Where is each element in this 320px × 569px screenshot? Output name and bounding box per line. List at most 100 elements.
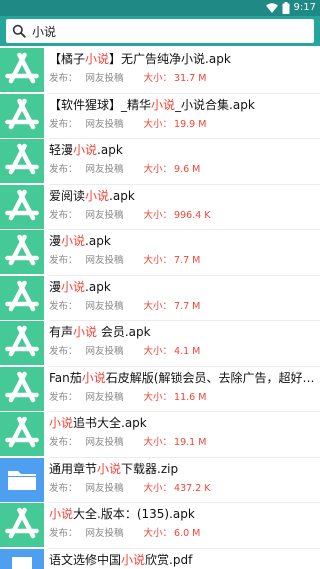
title-highlight: 小说 — [61, 279, 86, 294]
app-store-icon — [0, 503, 44, 547]
publish-label: 发布： — [49, 255, 78, 266]
title-text: _小说合集.apk — [175, 97, 255, 112]
list-item[interactable]: 漫小说.apk 发布： 网友投稿 大小： 7.7 M — [0, 275, 320, 321]
publish-label: 发布： — [49, 164, 78, 175]
app-store-icon — [0, 366, 44, 411]
list-item[interactable]: 语文选修中国小说欣赏.pdf — [0, 548, 320, 569]
title-highlight: 小说 — [61, 234, 86, 248]
item-meta: 发布： 网友投稿 大小： 31.7 M — [49, 71, 206, 87]
publish-label: 发布： — [49, 73, 78, 84]
publish-label: 发布： — [49, 346, 78, 357]
size-info: 大小： 4.1 M — [144, 346, 201, 357]
item-meta: 发布： 网友投稿 大小： 4.1 M — [49, 344, 200, 360]
title-text: 漫 — [49, 279, 62, 294]
item-title[interactable]: 小说大全.版本：(135).apk — [49, 505, 315, 523]
publish-label: 发布： — [49, 482, 78, 494]
list-item[interactable]: 漫小说.apk 发布： 网友投稿 大小： 7.7 M — [0, 230, 320, 276]
size-value: 437.2 K — [174, 482, 211, 494]
size-label: 大小： — [143, 528, 173, 539]
size-label: 大小： — [143, 437, 173, 448]
item-title[interactable]: 【橘子小说】无广告纯净小说.apk — [49, 50, 315, 68]
size-value: 31.7 M — [174, 73, 207, 84]
size-label: 大小： — [143, 118, 173, 130]
list-item[interactable]: 通用章节小说下载器.zip 发布： 网友投稿 大小： 437.2 K — [0, 457, 320, 503]
item-meta: 发布： 网友投稿 大小： 437.2 K — [49, 481, 211, 497]
size-label: 大小： — [143, 391, 173, 403]
title-highlight: 小说 — [81, 370, 106, 385]
item-title[interactable]: 爱阅读小说.apk — [49, 187, 315, 205]
source-value: 网友投稿 — [85, 346, 124, 357]
source-value: 网友投稿 — [85, 391, 124, 403]
title-text: 通用章节 — [49, 461, 98, 476]
size-value: 7.7 M — [174, 255, 201, 266]
item-title[interactable]: 小说追书大全.apk — [49, 414, 315, 432]
list-item[interactable]: 有声小说 会员.apk 发布： 网友投稿 大小： 4.1 M — [0, 321, 320, 367]
item-title[interactable]: 通用章节小说下载器.zip — [49, 460, 315, 478]
title-text: 语文选修中国 — [49, 552, 122, 567]
title-text: 【软件猩球】_精华 — [49, 97, 152, 112]
size-value: 7.7 M — [174, 300, 201, 312]
search-icon[interactable] — [12, 24, 26, 38]
title-text: 爱阅读 — [49, 188, 86, 203]
battery-icon — [282, 2, 290, 14]
list-item[interactable]: 【橘子小说】无广告纯净小说.apk 发布： 网友投稿 大小： 31.7 M — [0, 48, 320, 94]
list-item[interactable]: 小说追书大全.apk 发布： 网友投稿 大小： 19.1 M — [0, 412, 320, 458]
title-highlight: 小说 — [97, 461, 122, 476]
app-store-icon — [0, 321, 44, 365]
item-title[interactable]: 有声小说 会员.apk — [49, 323, 315, 341]
publish-label: 发布： — [49, 209, 78, 221]
search-bar — [0, 16, 320, 46]
title-text: 漫 — [49, 234, 62, 248]
item-title[interactable]: 漫小说.apk — [49, 232, 315, 250]
size-label: 大小： — [143, 209, 173, 221]
item-meta: 发布： 网友投稿 大小： 19.1 M — [49, 435, 206, 451]
item-meta: 发布： 网友投稿 大小： 7.7 M — [49, 299, 200, 315]
item-title[interactable]: 语文选修中国小说欣赏.pdf — [49, 551, 315, 569]
item-title[interactable]: 【软件猩球】_精华小说_小说合集.apk — [49, 96, 315, 114]
title-highlight: 小说 — [121, 552, 146, 567]
status-indicators: 9:17 — [265, 1, 316, 15]
title-highlight: 小说 — [151, 97, 176, 112]
item-title[interactable]: 轻漫小说.apk — [49, 141, 315, 159]
publish-label: 发布： — [49, 300, 78, 312]
wifi-icon — [265, 3, 278, 13]
item-title[interactable]: Fan茄小说石皮解版(解锁会员、去除广告，超好用能听、... — [49, 369, 315, 387]
item-meta: 发布： 网友投稿 大小： 9.6 M — [49, 162, 200, 178]
source-value: 网友投稿 — [85, 482, 124, 494]
app-store-icon — [0, 139, 44, 183]
publish-label: 发布： — [49, 528, 78, 539]
result-list[interactable]: 【橘子小说】无广告纯净小说.apk 发布： 网友投稿 大小： 31.7 M 【软件猩球】_… — [0, 48, 320, 569]
item-title[interactable]: 漫小说.apk — [49, 278, 315, 296]
list-item[interactable]: Fan茄小说石皮解版(解锁会员、去除广告，超好用能听、... 发布： 网友投稿 大小：… — [0, 366, 320, 412]
title-text: 】无广告纯净小说.apk — [109, 52, 231, 66]
list-item[interactable]: 【软件猩球】_精华小说_小说合集.apk 发布： 网友投稿 大小： 19.9 M — [0, 93, 320, 139]
source-value: 网友投稿 — [85, 118, 124, 130]
size-value: 19.9 M — [174, 118, 207, 130]
size-info: 大小： 437.2 K — [144, 483, 211, 494]
list-item[interactable]: 爱阅读小说.apk 发布： 网友投稿 大小： 996.4 K — [0, 184, 320, 230]
title-highlight: 小说 — [85, 52, 110, 66]
source-value: 网友投稿 — [85, 73, 124, 84]
title-text: .apk — [97, 143, 123, 157]
app-store-icon — [0, 184, 44, 229]
app-store-icon — [0, 230, 44, 274]
publish-label: 发布： — [49, 437, 78, 448]
size-info: 大小： 19.9 M — [144, 119, 207, 130]
size-info: 大小： 996.4 K — [144, 210, 211, 221]
size-value: 6.0 M — [174, 528, 201, 539]
publish-label: 发布： — [49, 391, 78, 403]
title-highlight: 小说 — [49, 416, 74, 430]
search-box[interactable] — [6, 19, 314, 43]
list-item[interactable]: 小说大全.版本：(135).apk 发布： 网友投稿 大小： 6.0 M — [0, 503, 320, 549]
source-value: 网友投稿 — [85, 300, 124, 312]
list-item[interactable]: 轻漫小说.apk 发布： 网友投稿 大小： 9.6 M — [0, 139, 320, 185]
size-info: 大小： 31.7 M — [144, 73, 207, 84]
search-input[interactable] — [32, 24, 302, 38]
title-text: 欣赏.pdf — [145, 552, 193, 567]
size-value: 996.4 K — [174, 209, 211, 221]
title-text: 会员.apk — [97, 325, 151, 339]
size-label: 大小： — [143, 73, 173, 84]
item-meta: 发布： 网友投稿 大小： 19.9 M — [49, 117, 206, 133]
title-text: 【橘子 — [49, 52, 86, 66]
source-value: 网友投稿 — [85, 255, 124, 266]
